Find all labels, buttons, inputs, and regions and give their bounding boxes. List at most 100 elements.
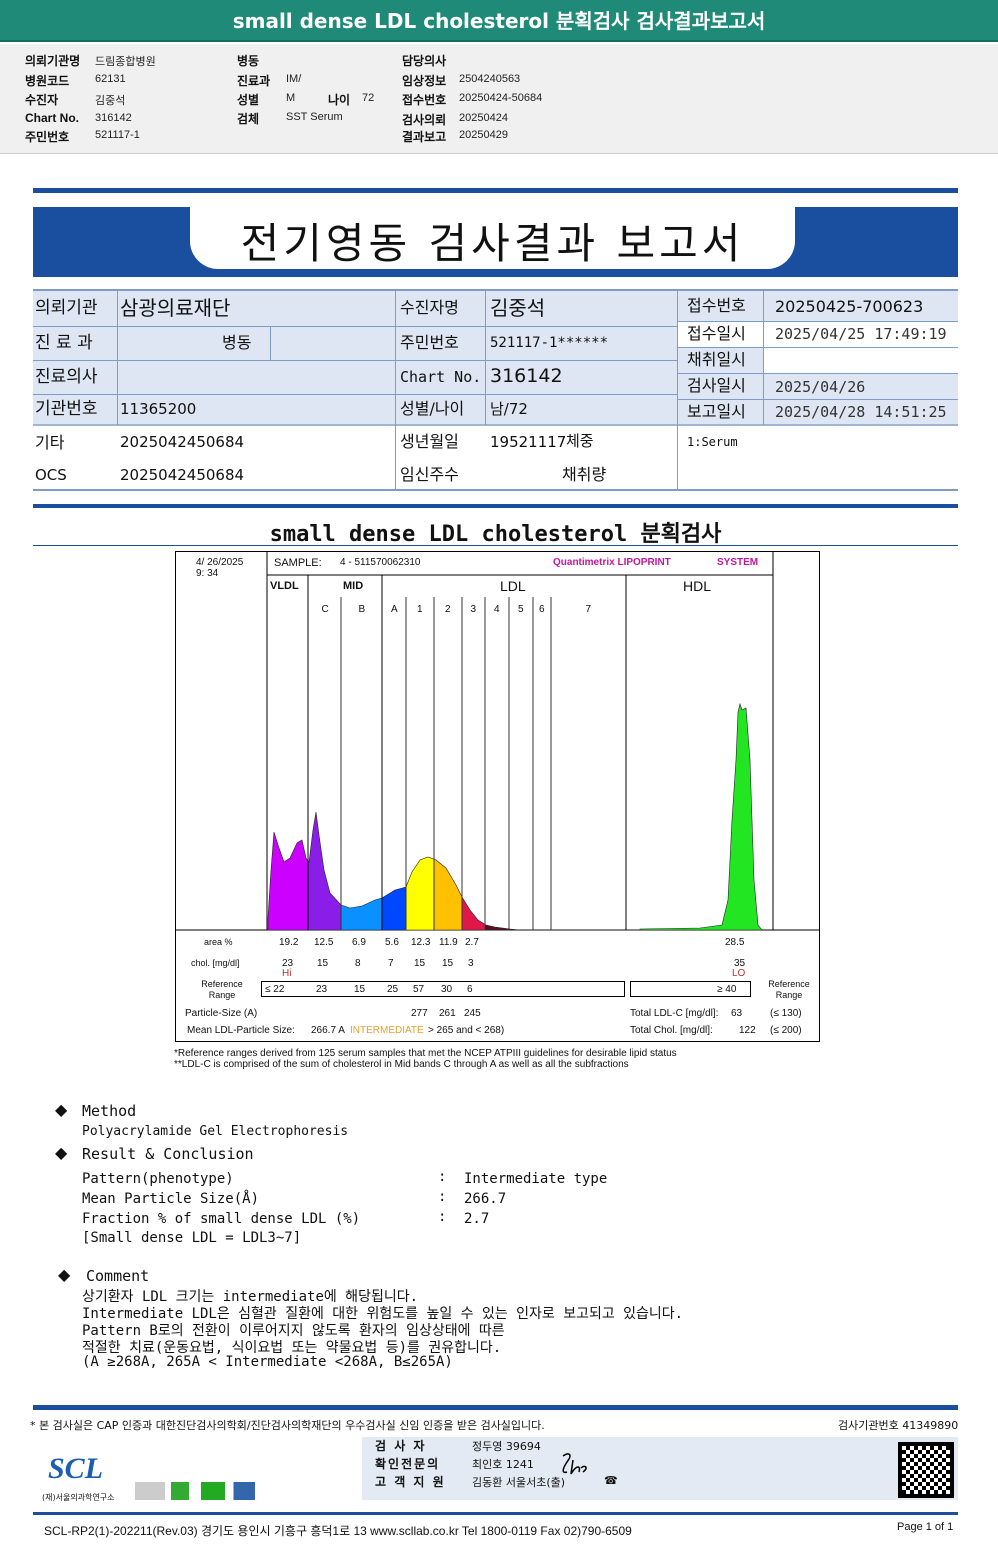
band-label: 2 [445, 604, 451, 615]
result-label: Fraction % of small dense LDL (%) [82, 1211, 361, 1227]
tester-value: 정두영 39694 [472, 1440, 541, 1453]
phone-icon: ☎ [604, 1474, 618, 1487]
band-label: 4 [494, 604, 500, 615]
comment-line: (A ≥268A, 265A < Intermediate <268A, B≤2… [82, 1354, 453, 1370]
total-ldl-label: Total LDL-C [mg/dl]: [630, 1008, 719, 1019]
chart-date: 4/ 26/2025 [196, 557, 244, 568]
separator: : [438, 1189, 447, 1205]
tester-label: 검 사 자 [375, 1439, 427, 1453]
area-value: 2.7 [465, 937, 479, 948]
hdl-area: 28.5 [725, 937, 745, 948]
chol-value: 7 [388, 958, 394, 969]
scl-logo: SCL [48, 1452, 104, 1485]
band-label: C [321, 604, 329, 615]
group-mid: MID [343, 580, 364, 592]
total-ldl-value: 63 [731, 1008, 743, 1019]
support-label: 고 객 지 원 [375, 1475, 446, 1489]
particle-size: 245 [464, 1008, 481, 1019]
band-fill-B [341, 704, 382, 930]
band-fill-3 [462, 704, 485, 930]
band-fill-rest [485, 704, 509, 930]
ref-label-right: Reference Range [768, 979, 810, 1000]
result-label: Pattern(phenotype) [82, 1171, 234, 1187]
mean-size-value: 266.7 A [311, 1025, 345, 1036]
result-value: 266.7 [464, 1191, 507, 1207]
area-value: 12.5 [314, 937, 334, 948]
footer-address: SCL-RP2(1)-202211(Rev.03) 경기도 용인시 기흥구 흥덕… [44, 1524, 632, 1538]
divider [33, 1405, 958, 1410]
method-text: Polyacrylamide Gel Electrophoresis [82, 1124, 349, 1139]
comment-title: Comment [86, 1267, 150, 1285]
total-chol-value: 122 [739, 1025, 756, 1036]
hi-flag: Hi [282, 968, 292, 979]
band-fill-2 [434, 704, 462, 930]
group-hdl: HDL [683, 578, 712, 594]
band-fill-A [382, 704, 406, 930]
particle-size-label: Particle-Size (A) [185, 1008, 258, 1019]
band-label: 5 [518, 604, 524, 615]
area-value: 19.2 [279, 937, 299, 948]
chol-value: 8 [355, 958, 361, 969]
chol-label: chol. [mg/dl] [191, 958, 240, 968]
area-value: 12.3 [411, 937, 431, 948]
ref-range-box [630, 981, 751, 997]
band-label: 3 [470, 604, 477, 615]
qr-code [898, 1442, 954, 1498]
particle-size: 277 [411, 1008, 428, 1019]
band-label: B [358, 604, 366, 615]
band-fill-rest [551, 704, 626, 930]
result-label: Mean Particle Size(Å) [82, 1191, 260, 1207]
area-label: area % [204, 937, 233, 947]
area-value: 5.6 [385, 937, 399, 948]
support-value: 김동환 서울서초(출) [472, 1476, 566, 1489]
total-chol-ref: (≤ 200) [770, 1025, 802, 1036]
mean-size-label: Mean LDL-Particle Size: [187, 1025, 295, 1036]
group-vldl: VLDL [270, 580, 299, 592]
separator: : [438, 1169, 447, 1185]
total-chol-label: Total Chol. [mg/dl]: [630, 1025, 713, 1036]
confirm-value: 최인호 1241 [472, 1458, 534, 1471]
band-label: 1 [417, 604, 423, 615]
separator: : [438, 1209, 447, 1225]
result-note: [Small dense LDL = LDL3~7] [82, 1230, 302, 1246]
lab-number: 검사기관번호 41349890 [838, 1419, 959, 1432]
ref-label-left: Reference Range [201, 979, 243, 1000]
method-title: Method [82, 1102, 137, 1120]
chol-value: 3 [468, 958, 474, 969]
chol-value: 15 [414, 958, 426, 969]
result-value: Intermediate type [464, 1171, 608, 1187]
band-fill-rest [509, 704, 533, 930]
band-fill-HDL [626, 704, 762, 930]
brand-text-2: SYSTEM [717, 557, 759, 568]
profile-curve [267, 702, 763, 931]
chol-value: 15 [317, 958, 329, 969]
certification-note: * 본 검사실은 CAP 인증과 대한진단검사의학회/진단검사의학재단의 우수검… [30, 1419, 545, 1432]
mean-size-class: INTERMEDIATE [350, 1025, 424, 1036]
band-label: 6 [539, 604, 545, 615]
total-ldl-ref: (≤ 130) [770, 1008, 802, 1019]
area-value: 11.9 [439, 937, 458, 948]
confirm-label: 확인전문의 [375, 1457, 441, 1471]
divider [33, 1512, 958, 1515]
band-fill-C [308, 704, 341, 930]
band-label: A [391, 604, 398, 615]
scl-logo-subtitle: (재)서울의과학연구소 [42, 1493, 115, 1502]
sample-label: SAMPLE: [274, 557, 322, 569]
diamond-bullet-icon: ◆ [58, 1265, 71, 1284]
ref-range-box [261, 981, 625, 997]
brand-text: Quantimetrix LIPOPRINT [553, 557, 671, 568]
signature-box [362, 1437, 958, 1500]
chart-time: 9: 34 [196, 568, 219, 579]
result-value: 2.7 [464, 1211, 490, 1227]
footnote: **LDL-C is comprised of the sum of chole… [174, 1059, 629, 1070]
mean-size-range: > 265 and < 268) [428, 1025, 505, 1036]
chol-value: 15 [442, 958, 454, 969]
band-fill-VLDL [268, 704, 308, 930]
diamond-bullet-icon: ◆ [55, 1143, 68, 1162]
particle-size: 261 [439, 1008, 456, 1019]
result-title: Result & Conclusion [82, 1145, 254, 1163]
band-fill-rest [533, 704, 551, 930]
sample-value: 4 - 511570062310 [340, 557, 421, 568]
group-ldl: LDL [500, 578, 526, 594]
area-value: 6.9 [352, 937, 366, 948]
